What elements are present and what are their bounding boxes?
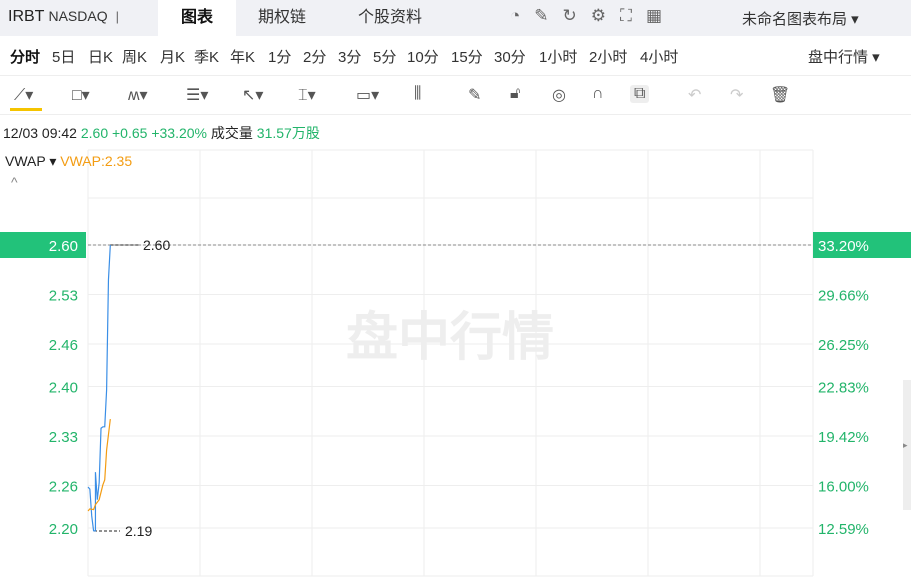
y-tick-label: 2.33 [49, 429, 78, 446]
indicator-dropdown[interactable]: VWAP ▾ [5, 153, 56, 169]
delete-icon[interactable]: 🗑︎ [770, 85, 790, 105]
layout-dropdown[interactable]: 未命名图表布局 ▾ [742, 8, 859, 29]
current-price-box [0, 232, 86, 258]
period-9[interactable]: 3分 [338, 46, 361, 67]
y-pct-tick-label: 22.83% [818, 380, 869, 397]
y-pct-tick-label: 16.00% [818, 479, 869, 496]
high-label: 2.60 [143, 237, 170, 253]
speedometer-icon[interactable]: ◔ [510, 6, 520, 26]
measure-icon[interactable]: ⌶▾ [298, 85, 316, 105]
current-pct-box [813, 232, 911, 258]
y-tick-label: 2.53 [49, 288, 78, 305]
period-16[interactable]: 4小时 [640, 46, 678, 67]
period-2[interactable]: 日K [88, 46, 113, 67]
tab-options[interactable]: 期权链 [242, 0, 322, 36]
indicator-legend: VWAP ▾ VWAP:2.35 ^ [5, 153, 132, 190]
eye-icon[interactable]: ◎ [552, 85, 566, 105]
period-10[interactable]: 5分 [373, 46, 396, 67]
tab-profile[interactable]: 个股资料 [342, 0, 438, 36]
symbol: IRBT NASDAQ | [8, 8, 119, 25]
y-tick-label: 2.40 [49, 380, 78, 397]
rectangle-icon[interactable]: □▾ [72, 85, 90, 105]
mode-dropdown[interactable]: 盘中行情 ▾ [808, 46, 880, 67]
datetime: 12/03 09:42 [3, 125, 77, 141]
redo-icon[interactable]: ↷ [730, 85, 743, 105]
price-line [87, 244, 111, 532]
y-tick-label: 2.20 [49, 521, 78, 538]
brush-icon[interactable]: ✎ [468, 85, 481, 105]
candle-icon[interactable]: ⫼ [414, 85, 421, 103]
period-6[interactable]: 年K [230, 46, 255, 67]
y-tick-label: 2.46 [49, 337, 78, 354]
period-14[interactable]: 1小时 [539, 46, 577, 67]
lock-icon[interactable]: 🔓︎ [510, 85, 520, 103]
fullscreen-icon[interactable]: ⛶ [620, 6, 632, 26]
tab-chart[interactable]: 图表 [158, 0, 236, 36]
fib-icon[interactable]: ☰▾ [186, 85, 208, 105]
collapse-icon[interactable]: ^ [11, 174, 132, 190]
low-label: 2.19 [125, 523, 152, 539]
pattern-icon[interactable]: ʍ▾ [128, 85, 148, 105]
y-pct-tick-label: 29.66% [818, 288, 869, 305]
period-8[interactable]: 2分 [303, 46, 326, 67]
exchange: NASDAQ [48, 8, 108, 24]
gear-icon[interactable]: ⚙ [591, 6, 606, 26]
pencil-icon[interactable]: ✎ [534, 6, 548, 26]
period-13[interactable]: 30分 [494, 46, 526, 67]
price: 2.60 [80, 125, 109, 141]
y-pct-tick-label: 12.59% [818, 521, 869, 538]
y-tick-label: 2.26 [49, 479, 78, 496]
period-12[interactable]: 15分 [451, 46, 483, 67]
y-pct-tick-label: 19.42% [818, 429, 869, 446]
y-pct-tick-label: 26.25% [818, 337, 869, 354]
change-pct: +33.20% [151, 125, 207, 141]
link-icon[interactable]: ⧉ [630, 85, 650, 103]
period-7[interactable]: 1分 [268, 46, 291, 67]
refresh-icon[interactable]: ↻ [563, 6, 577, 26]
top-bar: IRBT NASDAQ | 图表 期权链 个股资料 ◔ ✎ ↻ ⚙ ⛶ ▦ 未命名图… [0, 0, 911, 36]
change: +0.65 [112, 125, 148, 141]
text-icon[interactable]: ▭▾ [356, 85, 379, 105]
arrow-icon[interactable]: ↖▾ [242, 85, 263, 105]
grid-icon[interactable]: ▦ [646, 6, 662, 26]
drawing-toolbar: ⟋▾ □▾ ʍ▾ ☰▾ ↖▾ ⌶▾ ▭▾ ⫼ ✎ 🔓︎ ◎ ∩ ⧉ ↶ ↷ 🗑︎ [0, 77, 911, 115]
line-icon[interactable]: ⟋▾ [14, 85, 33, 105]
magnet-icon[interactable]: ∩ [592, 85, 604, 103]
quote-info: 12/03 09:42 2.60 +0.65 +33.20% 成交量 31.57… [3, 123, 320, 143]
period-3[interactable]: 周K [122, 46, 147, 67]
period-15[interactable]: 2小时 [589, 46, 627, 67]
vwap-value: VWAP:2.35 [60, 153, 133, 169]
undo-icon[interactable]: ↶ [688, 85, 701, 105]
side-panel-toggle[interactable]: ▸ [903, 380, 911, 510]
period-5[interactable]: 季K [194, 46, 219, 67]
period-11[interactable]: 10分 [407, 46, 439, 67]
period-bar: 盘中行情 ▾ 分时 5日 日K 周K 月K 季K 年K 1分 2分 3分 5分 10分 15分 30分 1小… [0, 36, 911, 111]
period-4[interactable]: 月K [160, 46, 185, 67]
volume-label: 成交量 [210, 125, 253, 141]
y-pct-tick-label: 33.20% [818, 238, 869, 255]
vwap-line [87, 418, 111, 512]
y-tick-label: 2.60 [49, 238, 78, 255]
period-1[interactable]: 5日 [52, 46, 75, 67]
watermark: 盘中行情 [346, 309, 554, 367]
period-0[interactable]: 分时 [10, 46, 40, 67]
volume: 31.57万股 [256, 125, 320, 141]
